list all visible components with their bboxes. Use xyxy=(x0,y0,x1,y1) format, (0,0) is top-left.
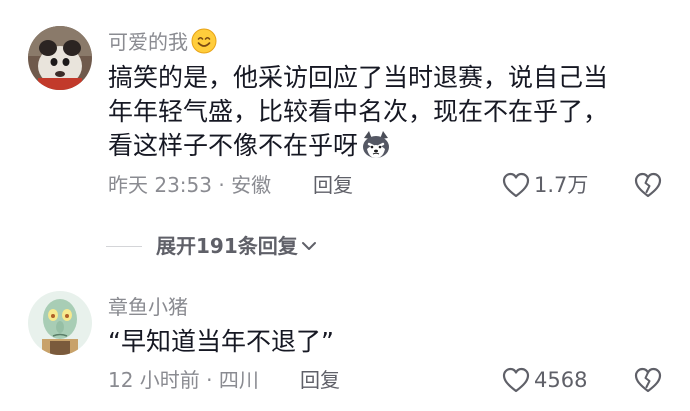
smile-emoji-icon xyxy=(191,28,217,54)
username[interactable]: 可爱的我 xyxy=(108,28,217,54)
like-count: 1.7万 xyxy=(534,173,589,197)
user-avatar[interactable] xyxy=(28,291,92,355)
husky-dog-emoji-icon xyxy=(363,131,390,158)
comment-text-line-with-emoji: 看这样子不像不在乎呀 xyxy=(108,129,392,163)
username-text: 可爱的我 xyxy=(108,30,188,54)
expand-replies-button[interactable]: 展开191条回复 xyxy=(106,232,317,260)
user-avatar[interactable] xyxy=(28,26,92,90)
comment-meta: 12 小时前 · 四川 xyxy=(108,368,259,392)
heart-icon xyxy=(502,367,530,393)
expand-replies-label: 展开191条回复 xyxy=(156,234,298,258)
comment-text-line: 搞笑的是，他采访回应了当时退赛，说自己当 xyxy=(108,63,609,92)
reply-button[interactable]: 回复 xyxy=(313,173,353,197)
like-button[interactable]: 4568 xyxy=(502,367,587,393)
comment-text-line: 年年轻气盛，比较看中名次，现在不在乎了， xyxy=(108,97,609,126)
comment-meta: 昨天 23:53 · 安徽 xyxy=(108,173,272,197)
avatar-image xyxy=(28,291,92,355)
like-button[interactable]: 1.7万 xyxy=(502,172,588,198)
broken-heart-icon[interactable] xyxy=(634,367,662,393)
reply-button[interactable]: 回复 xyxy=(300,368,340,392)
comment-item: 可爱的我 搞笑的是，他采访回应了当时退赛，说自己当 年年轻气盛，比较看中名次，现… xyxy=(0,0,690,215)
broken-heart-icon[interactable] xyxy=(634,172,662,198)
avatar-image xyxy=(28,26,92,90)
comment-text: 看这样子不像不在乎呀 xyxy=(108,131,359,160)
expand-divider xyxy=(106,245,142,247)
like-count: 4568 xyxy=(534,368,588,392)
chevron-down-icon xyxy=(301,242,316,250)
username[interactable]: 章鱼小猪 xyxy=(108,295,188,319)
comment-text-line: “早知道当年不退了” xyxy=(108,327,334,356)
heart-icon xyxy=(502,172,530,198)
comment-item: 章鱼小猪 “早知道当年不退了” 12 小时前 · 四川 回复 4568 xyxy=(0,280,690,411)
